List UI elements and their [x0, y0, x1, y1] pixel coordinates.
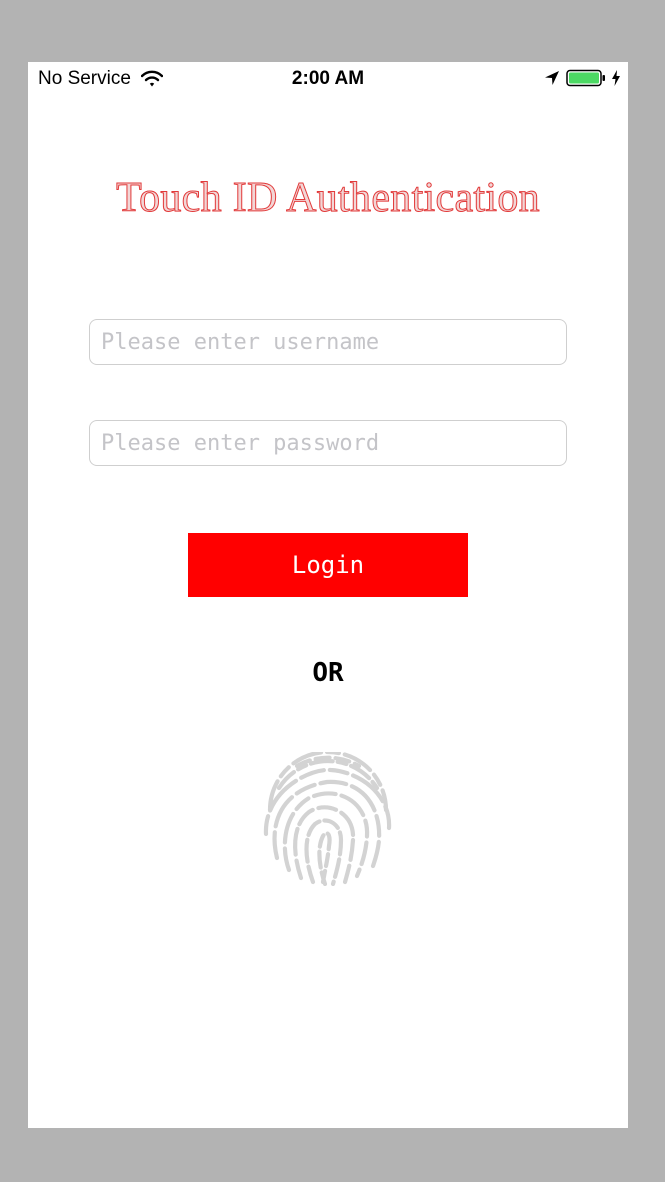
status-right [544, 69, 620, 87]
username-input[interactable] [89, 319, 567, 365]
charging-icon [612, 70, 620, 86]
password-input[interactable] [89, 420, 567, 466]
login-button[interactable]: Login [188, 533, 468, 597]
status-bar: No Service 2:00 AM [28, 62, 628, 94]
battery-icon [566, 69, 606, 87]
app-screen: No Service 2:00 AM Touch ID Authenticati… [28, 62, 628, 1128]
location-icon [544, 70, 560, 86]
or-divider-label: OR [312, 658, 344, 688]
page-title: Touch ID Authentication [116, 175, 541, 222]
status-time: 2:00 AM [291, 68, 365, 89]
fingerprint-icon[interactable] [261, 749, 395, 887]
